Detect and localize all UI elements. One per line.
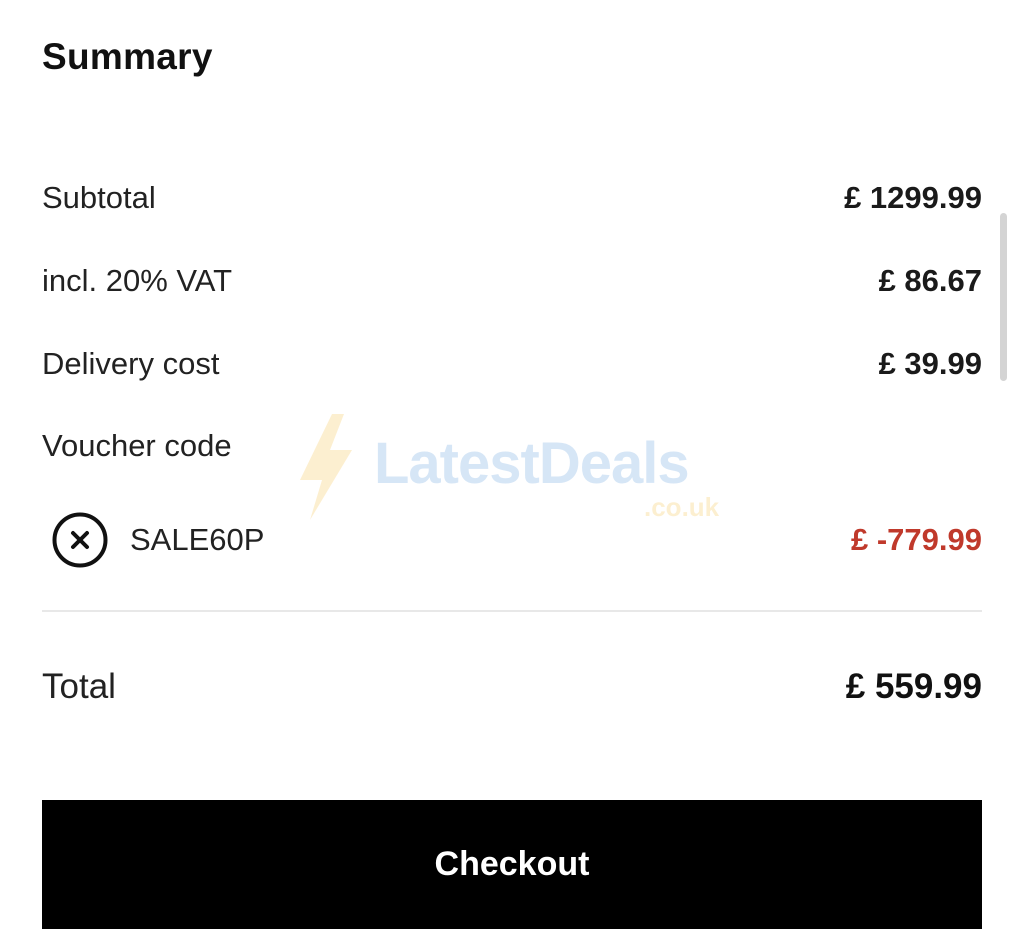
voucher-left: SALE60P <box>52 512 264 568</box>
total-label: Total <box>42 667 116 706</box>
close-circle-icon <box>52 512 108 568</box>
summary-title: Summary <box>42 36 213 77</box>
delivery-row: Delivery cost £ 39.99 <box>42 342 982 386</box>
vat-label: incl. 20% VAT <box>42 263 233 298</box>
subtotal-row: Subtotal £ 1299.99 <box>42 176 982 220</box>
subtotal-label: Subtotal <box>42 180 156 215</box>
applied-voucher-row: SALE60P £ -779.99 <box>52 512 982 568</box>
voucher-label: Voucher code <box>42 428 232 463</box>
delivery-value: £ 39.99 <box>878 346 982 381</box>
divider <box>42 610 982 612</box>
voucher-discount-value: £ -779.99 <box>851 522 982 557</box>
scrollbar[interactable] <box>1000 213 1007 381</box>
total-value: £ 559.99 <box>845 667 982 706</box>
checkout-button[interactable]: Checkout <box>42 800 982 929</box>
delivery-label: Delivery cost <box>42 346 220 381</box>
remove-voucher-button[interactable] <box>52 512 108 568</box>
vat-value: £ 86.67 <box>878 263 982 298</box>
voucher-code: SALE60P <box>130 522 265 557</box>
voucher-heading-row: Voucher code <box>42 424 982 468</box>
vat-row: incl. 20% VAT £ 86.67 <box>42 259 982 303</box>
total-row: Total £ 559.99 <box>42 662 982 712</box>
subtotal-value: £ 1299.99 <box>844 180 982 215</box>
